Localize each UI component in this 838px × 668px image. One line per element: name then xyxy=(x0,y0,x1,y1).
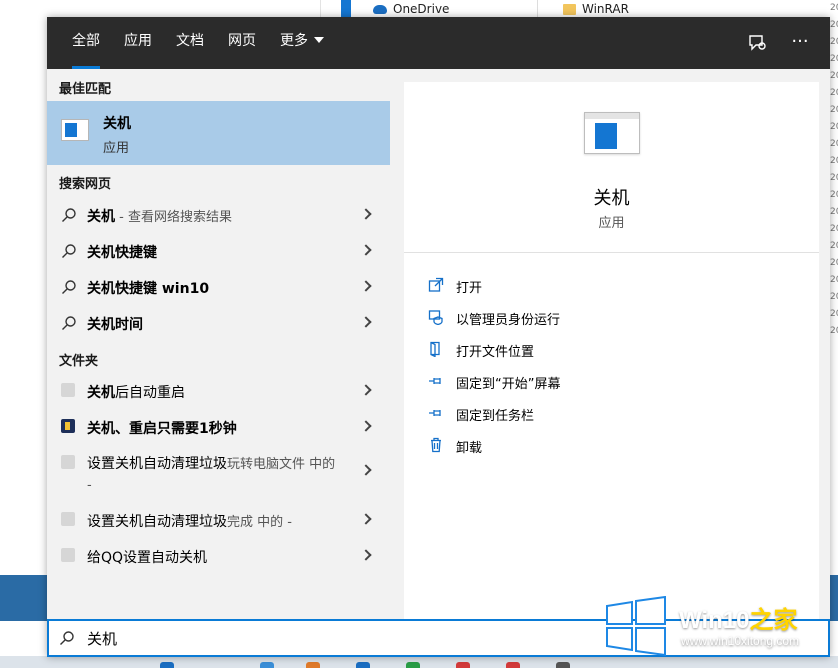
pin-start-icon xyxy=(429,378,441,384)
background-date-column: 2012012022022022022022022022022022022022… xyxy=(830,3,838,336)
chevron-right-icon[interactable] xyxy=(360,384,372,396)
detail-subtitle: 应用 xyxy=(598,216,625,231)
admin-shield-icon xyxy=(428,310,443,325)
folder-result-label: 关机、重启只需要1秒钟 xyxy=(87,421,237,437)
taskbar-app-icon[interactable] xyxy=(406,662,420,668)
pin-taskbar-icon xyxy=(429,410,441,416)
section-search-web: 搜索网页 xyxy=(59,177,112,192)
onedrive-cloud-icon xyxy=(373,4,387,14)
folder-icon xyxy=(563,3,576,15)
tab-all[interactable]: 全部 xyxy=(72,17,100,69)
divider xyxy=(404,252,819,253)
taskbar-app-icon[interactable] xyxy=(260,662,274,668)
action-run-as-admin[interactable]: 以管理员身份运行 xyxy=(428,306,728,330)
shutdown-app-icon xyxy=(61,119,89,141)
folder-result-row[interactable]: 给QQ设置自动关机 xyxy=(47,538,390,574)
folder-result-row[interactable]: 关机、重启只需要1秒钟 xyxy=(47,409,390,445)
web-result-row[interactable]: 关机快捷键 win10 xyxy=(47,269,390,305)
section-best-match: 最佳匹配 xyxy=(59,82,112,97)
web-result-label: 关机 - 查看网络搜索结果 xyxy=(87,209,232,225)
tab-more-label: 更多 xyxy=(280,33,308,49)
file-location-icon xyxy=(430,341,440,357)
taskbar-app-icon[interactable] xyxy=(306,662,320,668)
file-icon xyxy=(61,548,75,562)
file-icon xyxy=(61,512,75,526)
taskbar-app-icon[interactable] xyxy=(456,662,470,668)
tab-apps[interactable]: 应用 xyxy=(124,17,152,69)
result-detail-pane: 关机 应用 打开 以管理员身份运行 打开文件位置 固定到“开始”屏幕 固定到任务… xyxy=(404,82,819,657)
best-match-result[interactable]: 关机 应用 xyxy=(47,101,390,165)
shutdown-app-large-icon xyxy=(584,112,640,154)
taskbar-app-icon[interactable] xyxy=(556,662,570,668)
folder-result-row[interactable]: 设置关机自动清理垃圾玩转电脑文件 中的 - xyxy=(47,445,390,501)
explorer-scroll-marker xyxy=(341,0,351,18)
search-input[interactable] xyxy=(87,626,587,650)
search-icon xyxy=(62,208,76,222)
start-search-panel: 全部 应用 文档 网页 更多 ··· 最佳匹配 关机 应用 搜索网页 关机 - … xyxy=(47,17,830,657)
document-thumbnail-icon xyxy=(61,419,75,433)
chevron-right-icon[interactable] xyxy=(360,208,372,220)
windows-logo-icon xyxy=(606,596,666,656)
folder-result-label: 给QQ设置自动关机 xyxy=(87,550,208,566)
folder-result-label: 设置关机自动清理垃圾完成 中的 - xyxy=(87,514,292,530)
chevron-right-icon[interactable] xyxy=(360,280,372,292)
file-icon xyxy=(61,383,75,397)
more-options-icon[interactable]: ··· xyxy=(788,31,812,55)
chevron-right-icon[interactable] xyxy=(360,244,372,256)
explorer-item-winrar[interactable]: WinRAR xyxy=(563,0,629,18)
chevron-right-icon[interactable] xyxy=(360,420,372,432)
taskbar-app-icon[interactable] xyxy=(506,662,520,668)
web-result-label: 关机时间 xyxy=(87,317,143,333)
feedback-icon[interactable] xyxy=(746,31,770,55)
file-icon xyxy=(61,455,75,469)
best-match-subtitle: 应用 xyxy=(103,141,130,156)
tab-more[interactable]: 更多 xyxy=(280,17,324,69)
folder-result-row[interactable]: 设置关机自动清理垃圾完成 中的 - xyxy=(47,502,390,538)
action-pin-to-start[interactable]: 固定到“开始”屏幕 xyxy=(428,370,728,394)
folder-result-row[interactable]: 关机后自动重启 xyxy=(47,373,390,409)
tab-documents[interactable]: 文档 xyxy=(176,17,204,69)
chevron-down-icon xyxy=(314,37,324,43)
watermark-title: Win10之家 xyxy=(679,607,798,634)
action-uninstall[interactable]: 卸载 xyxy=(428,434,728,458)
taskbar-app-icon[interactable] xyxy=(160,662,174,668)
watermark-url: www.win10xitong.com xyxy=(681,634,800,648)
search-icon xyxy=(60,631,74,645)
folder-result-label: 关机后自动重启 xyxy=(87,385,185,401)
web-result-label: 关机快捷键 win10 xyxy=(87,281,210,297)
chevron-right-icon[interactable] xyxy=(360,316,372,328)
action-open-file-location[interactable]: 打开文件位置 xyxy=(428,338,728,362)
search-icon xyxy=(62,244,76,258)
explorer-item-onedrive[interactable]: OneDrive xyxy=(373,0,449,18)
web-result-row[interactable]: 关机 - 查看网络搜索结果 xyxy=(47,197,390,233)
search-filter-bar: 全部 应用 文档 网页 更多 ··· xyxy=(47,17,830,69)
watermark: Win10之家 www.win10xitong.com xyxy=(583,586,838,668)
web-result-row[interactable]: 关机快捷键 xyxy=(47,233,390,269)
chevron-right-icon[interactable] xyxy=(360,513,372,525)
taskbar-app-icon[interactable] xyxy=(356,662,370,668)
section-folders: 文件夹 xyxy=(59,354,99,369)
action-open[interactable]: 打开 xyxy=(428,274,728,298)
open-icon xyxy=(428,277,444,292)
chevron-right-icon[interactable] xyxy=(360,549,372,561)
search-icon xyxy=(62,280,76,294)
action-pin-to-taskbar[interactable]: 固定到任务栏 xyxy=(428,402,728,426)
web-result-row[interactable]: 关机时间 xyxy=(47,305,390,341)
detail-title: 关机 xyxy=(593,188,630,209)
web-result-label: 关机快捷键 xyxy=(87,245,157,261)
best-match-title: 关机 xyxy=(103,116,131,132)
tab-web[interactable]: 网页 xyxy=(228,17,256,69)
search-icon xyxy=(62,316,76,330)
folder-result-label: 设置关机自动清理垃圾玩转电脑文件 中的 - xyxy=(87,456,336,493)
trash-icon xyxy=(431,437,441,453)
chevron-right-icon[interactable] xyxy=(360,464,372,476)
